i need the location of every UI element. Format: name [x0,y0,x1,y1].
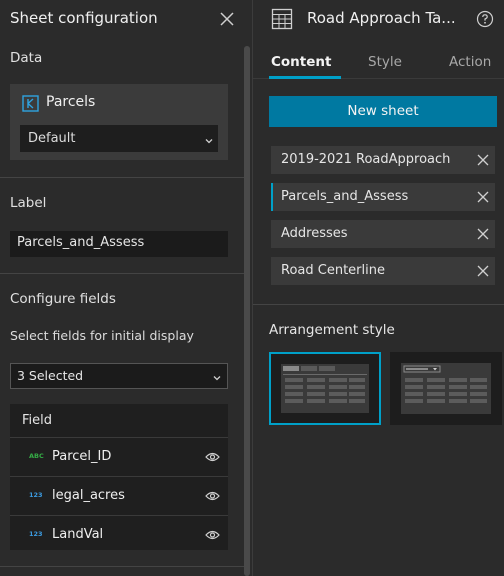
divider [0,273,244,274]
datasource-icon [22,95,39,112]
fields-select-value: 3 Selected [17,368,84,383]
label-section-label: Label [10,195,47,211]
sheet-item-label: 2019-2021 RoadApproach [281,152,451,167]
settings-tabs: Content Style Action [253,44,504,79]
divider [0,177,244,178]
data-section-label: Data [10,50,43,66]
left-panel-header: Sheet configuration [0,0,244,38]
configure-fields-label: Configure fields [10,291,116,307]
string-type-icon: ABC [29,452,44,460]
close-icon[interactable] [477,154,489,166]
field-row[interactable]: ABC Parcel_ID [10,438,228,477]
sheet-item[interactable]: Road Centerline [271,257,495,285]
widget-settings-panel: Road Approach Ta... Content Style Action… [252,0,504,576]
field-name: Parcel_ID [52,449,112,464]
dropdown-layout-thumbnail [401,363,491,414]
tab-action[interactable]: Action [449,54,491,70]
field-table-header: Field [10,404,228,438]
field-row[interactable]: 123 legal_acres [10,477,228,516]
sheet-item[interactable]: Addresses [271,220,495,248]
data-view-select[interactable]: Default [20,125,218,152]
active-tab-indicator [269,76,341,79]
field-column-header: Field [22,413,53,428]
field-table: Field ABC Parcel_ID 123 legal_acres 123 … [10,404,228,550]
label-input-value: Parcels_and_Assess [17,235,145,250]
tabs-layout-thumbnail [281,364,369,413]
sheet-item-label: Addresses [281,226,348,241]
help-icon[interactable] [476,10,494,28]
data-view-value: Default [28,131,76,146]
eye-icon[interactable] [205,451,220,463]
fields-hint: Select fields for initial display [10,328,194,343]
field-name: LandVal [52,527,104,542]
arrangement-dropdown-option[interactable] [390,352,502,425]
panel-title: Sheet configuration [10,9,158,27]
new-sheet-button[interactable]: New sheet [269,96,497,127]
number-type-icon: 123 [29,491,43,499]
field-row[interactable]: 123 LandVal [10,516,228,555]
tab-style[interactable]: Style [368,54,402,70]
widget-title: Road Approach Ta... [307,9,456,27]
fields-select[interactable]: 3 Selected [10,363,228,389]
sheet-configuration-panel: Sheet configuration Data Parcels Default… [0,0,252,576]
eye-icon[interactable] [205,490,220,502]
left-panel-scrollbar[interactable] [244,46,250,576]
eye-icon[interactable] [205,529,220,541]
chevron-down-icon [204,135,214,145]
right-panel-header: Road Approach Ta... [253,0,504,40]
close-icon[interactable] [477,265,489,277]
arrangement-tabs-option[interactable] [269,352,381,425]
sheet-item-label: Road Centerline [281,263,385,278]
close-icon[interactable] [217,9,237,29]
chevron-down-icon [212,372,222,382]
number-type-icon: 123 [29,530,43,538]
sheet-item[interactable]: 2019-2021 RoadApproach [271,146,495,174]
scrollbar-thumb[interactable] [244,46,250,576]
tab-content[interactable]: Content [271,54,331,70]
sheet-item-active[interactable]: Parcels_and_Assess [271,183,495,211]
field-name: legal_acres [52,488,125,503]
arrangement-style-label: Arrangement style [269,322,395,338]
divider [253,304,504,305]
close-icon[interactable] [477,228,489,240]
table-icon [271,8,293,30]
sheet-item-label: Parcels_and_Assess [281,189,409,204]
divider [0,566,244,567]
close-icon[interactable] [477,191,489,203]
label-input[interactable]: Parcels_and_Assess [10,231,228,257]
data-source-card: Parcels Default [10,84,228,160]
datasource-name: Parcels [46,94,96,110]
